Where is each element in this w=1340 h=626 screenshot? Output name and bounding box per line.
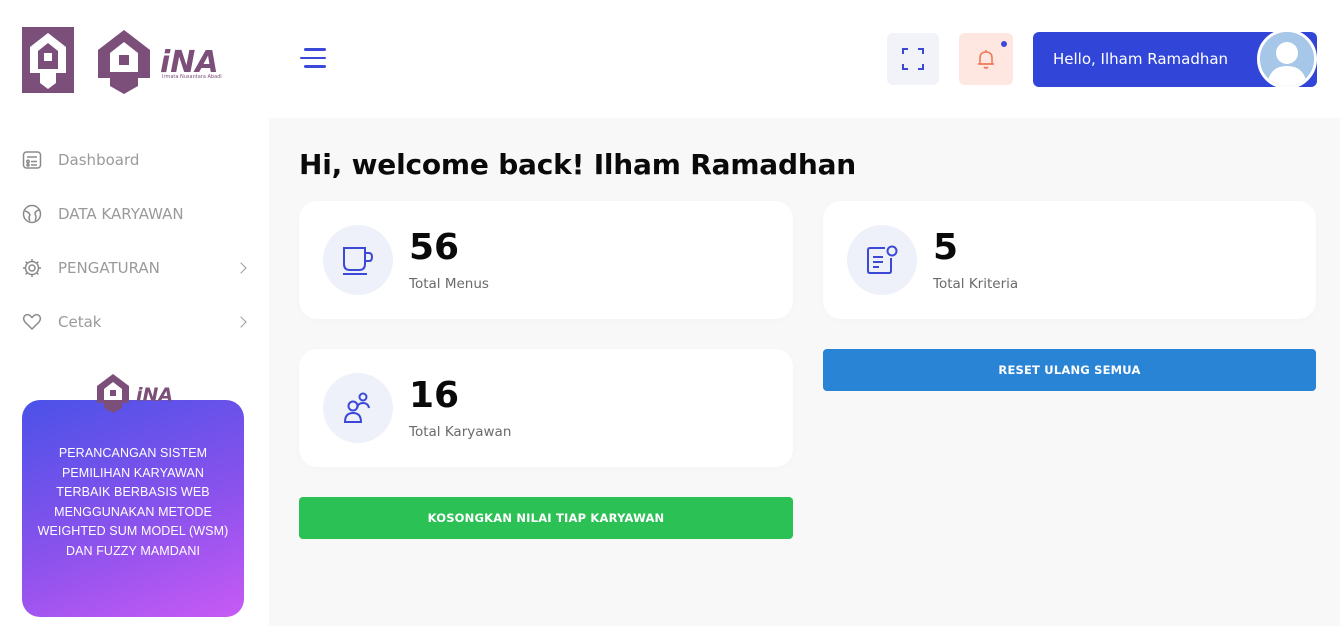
menu-icon[interactable] [300, 46, 326, 70]
fullscreen-button[interactable] [887, 33, 939, 85]
bell-icon [978, 50, 994, 69]
globe-icon [22, 204, 42, 224]
fullscreen-icon [902, 48, 924, 70]
promo-card: PERANCANGAN SISTEM PEMILIHAN KARYAWAN TE… [22, 400, 244, 617]
promo-text: PERANCANGAN SISTEM PEMILIHAN KARYAWAN TE… [37, 446, 229, 558]
chevron-right-icon [235, 316, 247, 328]
heart-icon [22, 312, 42, 332]
stat-label: Total Karyawan [409, 424, 512, 440]
stat-value: 56 [409, 227, 460, 268]
sidebar-item-label: Cetak [58, 313, 102, 331]
stat-value: 16 [409, 375, 460, 416]
logo-mark-icon [22, 27, 74, 93]
sidebar-item-label: PENGATURAN [58, 259, 160, 277]
chevron-right-icon [235, 262, 247, 274]
sidebar-item-pengaturan[interactable]: PENGATURAN [0, 241, 269, 295]
sidebar-item-label: Dashboard [58, 151, 140, 169]
stat-label: Total Menus [409, 276, 489, 292]
dashboard-icon [22, 150, 42, 170]
user-greeting: Hello, Ilham Ramadhan [1053, 50, 1229, 68]
promo-logo-text: iNA [136, 384, 173, 406]
sidebar-item-cetak[interactable]: Cetak [0, 295, 269, 349]
sidebar-item-data-karyawan[interactable]: DATA KARYAWAN [0, 187, 269, 241]
page-title: Hi, welcome back! Ilham Ramadhan [299, 148, 856, 181]
cup-icon [323, 225, 393, 295]
stat-card-menus: 56 Total Menus [299, 201, 793, 319]
sidebar-item-label: DATA KARYAWAN [58, 205, 184, 223]
brand-logo[interactable]: iNA Irmata Nusantara Abadi [22, 26, 222, 94]
document-icon [847, 225, 917, 295]
user-avatar[interactable] [1257, 29, 1317, 89]
sidebar-item-dashboard[interactable]: Dashboard [0, 133, 269, 187]
clear-scores-button[interactable]: KOSONGKAN NILAI TIAP KARYAWAN [299, 497, 793, 539]
stat-value: 5 [933, 227, 959, 268]
stat-label: Total Kriteria [933, 276, 1019, 292]
notification-dot [1001, 41, 1007, 47]
reset-all-button[interactable]: RESET ULANG SEMUA [823, 349, 1316, 391]
sidebar: iNA Irmata Nusantara Abadi Dashboard DAT… [0, 0, 269, 626]
top-header: Hello, Ilham Ramadhan [269, 0, 1340, 118]
notification-button[interactable] [959, 33, 1013, 85]
logo-full-icon: iNA [94, 28, 224, 94]
gear-icon [22, 258, 42, 278]
sidebar-menu: Dashboard DATA KARYAWAN PENGATURAN Cetak [0, 133, 269, 349]
stat-card-karyawan: 16 Total Karyawan [299, 349, 793, 467]
stat-card-kriteria: 5 Total Kriteria [823, 201, 1316, 319]
promo-logo-icon: iNA [96, 373, 176, 413]
logo-caption: Irmata Nusantara Abadi [162, 74, 222, 80]
users-icon [323, 373, 393, 443]
